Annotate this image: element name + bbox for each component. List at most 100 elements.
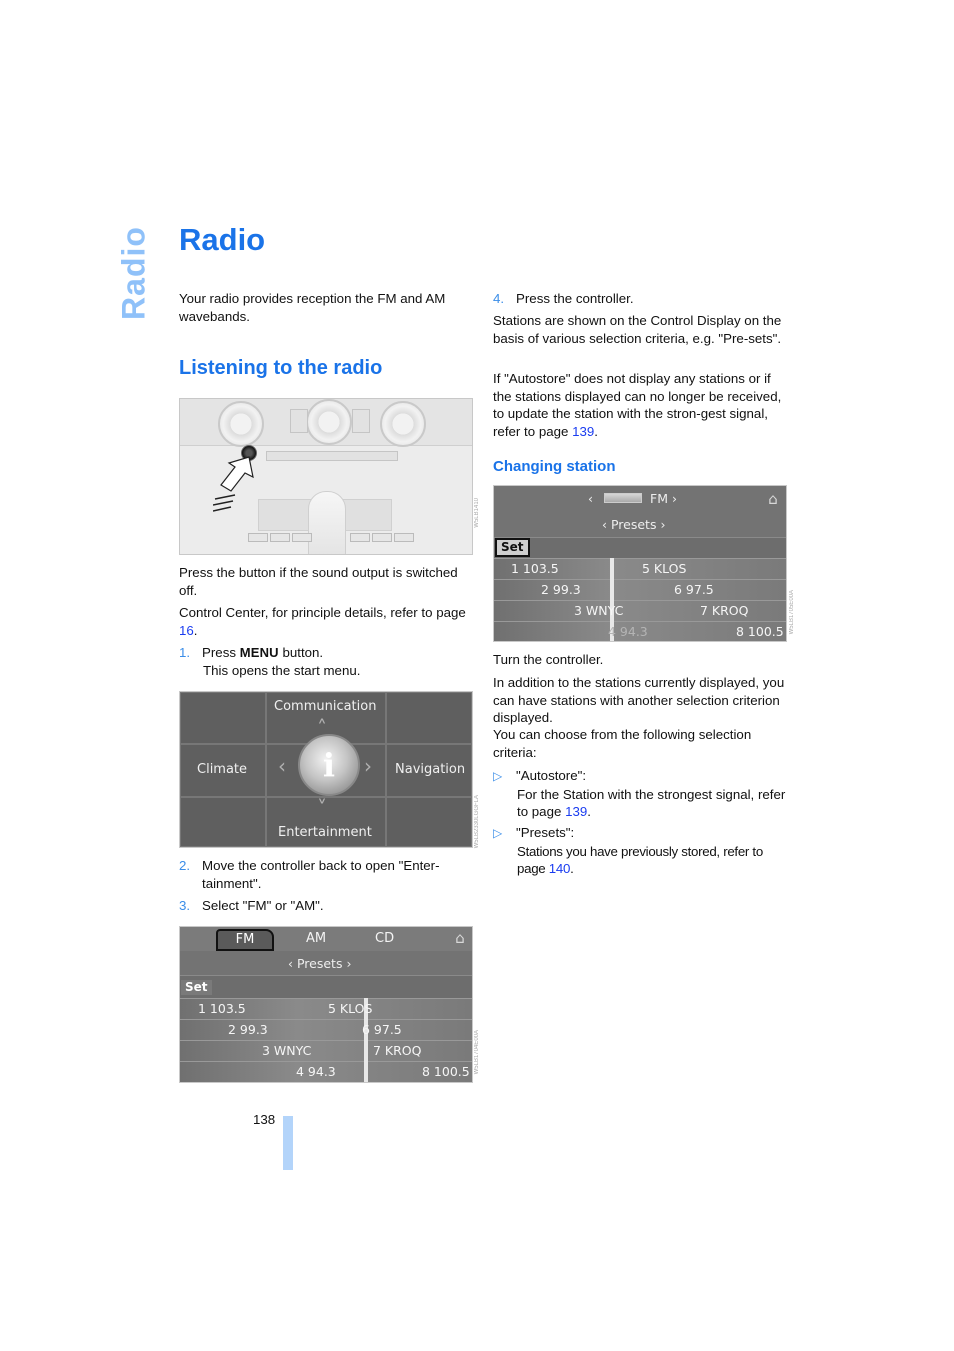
band-selector[interactable]: ‹	[588, 491, 593, 506]
selection-criterion[interactable]: ‹ Presets ›	[602, 517, 665, 532]
station-preset-6[interactable]: 6 97.5	[674, 582, 714, 597]
station-preset-7[interactable]: 7 KROQ	[700, 603, 749, 618]
set-button[interactable]: Set	[181, 980, 212, 995]
selection-criterion[interactable]: ‹ Presets ›	[288, 956, 351, 971]
right-dial	[380, 401, 426, 447]
station-preset-5[interactable]: 5 KLOS	[642, 561, 686, 576]
step-number: 2.	[179, 858, 191, 873]
page-link-140[interactable]: 140	[549, 861, 571, 876]
step-2: 2. Move the controller back to open "Ente…	[179, 858, 440, 891]
station-preset-6[interactable]: 6 97.5	[362, 1022, 402, 1037]
step-3: 3. Select "FM" or "AM".	[179, 898, 324, 913]
menu-label-entertainment: Entertainment	[278, 825, 372, 840]
page-title: Radio	[179, 222, 266, 257]
cd-slot	[266, 451, 398, 461]
figure-id: W5LB1704E00A	[474, 1030, 480, 1075]
step-4: 4. Press the controller.	[493, 291, 634, 306]
station-preset-2[interactable]: 2 99.3	[541, 582, 581, 597]
tab-am[interactable]: AM	[306, 931, 326, 946]
step-1-detail: This opens the start menu.	[203, 662, 361, 678]
frequency-strip-icon	[604, 493, 642, 503]
page-number: 138	[253, 1112, 276, 1127]
home-icon[interactable]: ⌂	[451, 929, 469, 947]
station-preset-1[interactable]: 1 103.5	[198, 1001, 246, 1016]
figure-id: W5LB1705E00A	[789, 590, 795, 635]
gear-selector	[308, 491, 346, 554]
station-row	[180, 1040, 472, 1061]
paragraph-stations: Stations are shown on the Control Displa…	[493, 313, 782, 346]
station-preset-3[interactable]: 3 WNYC	[574, 603, 623, 618]
console-button	[270, 533, 290, 542]
paragraph-autostore: If "Autostore" does not display any stat…	[493, 371, 782, 439]
figure-id: W5LB1410	[474, 498, 480, 528]
menu-cell-empty	[386, 797, 472, 847]
triangle-bullet-icon: ▷	[493, 769, 503, 783]
menu-cell-empty	[180, 797, 266, 847]
station-preset-4[interactable]: 4 94.3	[608, 624, 648, 639]
criteria-item-autostore: ▷ "Autostore": For the Station with the s…	[493, 767, 788, 821]
paragraph-control-center: Control Center, for principle details, r…	[179, 605, 466, 638]
chapter-side-tab: Radio	[112, 226, 156, 320]
left-dial	[218, 401, 264, 447]
console-button	[292, 533, 312, 542]
intro-paragraph: Your radio provides reception the FM and…	[179, 291, 446, 324]
chevron-right-icon: ›	[364, 754, 372, 778]
section-heading-listening: Listening to the radio	[179, 357, 383, 379]
page-link-139[interactable]: 139	[572, 424, 594, 439]
info-controller-icon: i	[298, 734, 360, 796]
page-link-139[interactable]: 139	[565, 804, 587, 819]
paragraph-turn: Turn the controller.	[493, 652, 604, 667]
step-1: 1. Press MENU button. This opens the star…	[179, 644, 471, 679]
console-illustration	[179, 398, 473, 555]
center-dial	[306, 399, 352, 445]
paragraph-choose: You can choose from the following select…	[493, 727, 752, 760]
menu-label-communication: Communication	[274, 699, 377, 714]
station-preset-5[interactable]: 5 KLOS	[328, 1001, 372, 1016]
tab-fm[interactable]: FM	[216, 929, 274, 951]
criteria-item-presets: ▷ "Presets": Stations you have previously…	[493, 824, 788, 878]
idrive-start-menu: Communication Climate Navigation Enterta…	[179, 691, 473, 848]
home-icon[interactable]: ⌂	[764, 490, 782, 508]
section-heading-changing: Changing station	[493, 458, 616, 475]
triangle-bullet-icon: ▷	[493, 826, 503, 840]
tab-cd[interactable]: CD	[375, 931, 394, 946]
page-marker-bar	[283, 1116, 293, 1170]
criteria-desc: Stations you have previously stored, ref…	[517, 843, 763, 877]
paragraph-press-button: Press the button if the sound output is …	[179, 565, 458, 598]
arrow-pointer-icon	[213, 456, 254, 512]
band-label[interactable]: FM ›	[650, 491, 677, 506]
page-link-16[interactable]: 16	[179, 623, 194, 638]
vent-slot	[290, 409, 308, 433]
chevron-left-icon: ‹	[278, 754, 286, 778]
step-number: 4.	[493, 291, 505, 306]
station-row	[494, 579, 786, 600]
vent-slot	[352, 409, 370, 433]
menu-key-label: MENU	[239, 645, 279, 660]
radio-band-screen: FM AM CD ⌂ ‹ Presets › Set 1 103.5 5 KLO…	[179, 926, 473, 1083]
set-button[interactable]: Set	[495, 538, 530, 557]
menu-cell-empty	[180, 692, 266, 744]
station-preset-7[interactable]: 7 KROQ	[373, 1043, 422, 1058]
station-preset-3[interactable]: 3 WNYC	[262, 1043, 311, 1058]
station-preset-4[interactable]: 4 94.3	[296, 1064, 336, 1079]
station-preset-8[interactable]: 8 100.5	[422, 1064, 470, 1079]
console-button	[248, 533, 268, 542]
station-preset-1[interactable]: 1 103.5	[511, 561, 559, 576]
chapter-side-tab-label: Radio	[115, 226, 152, 320]
menu-label-climate: Climate	[197, 762, 248, 777]
step-number: 3.	[179, 898, 191, 913]
figure-id: W5LB2330LGGFLA	[474, 795, 480, 849]
step-number: 1.	[179, 645, 191, 660]
menu-cell-empty	[386, 692, 472, 744]
chevron-down-icon: ˅	[317, 796, 327, 820]
station-preset-2[interactable]: 2 99.3	[228, 1022, 268, 1037]
console-button	[372, 533, 392, 542]
menu-label-navigation: Navigation	[395, 762, 466, 777]
console-button	[350, 533, 370, 542]
criteria-desc: For the Station with the strongest signa…	[517, 786, 786, 820]
station-row	[180, 1019, 472, 1040]
console-button	[394, 533, 414, 542]
changing-station-screen: ‹ FM › ⌂ ‹ Presets › Set 1 103.5 5 KLOS …	[493, 485, 787, 642]
station-preset-8[interactable]: 8 100.5	[736, 624, 784, 639]
paragraph-addition: In addition to the stations currently di…	[493, 675, 785, 725]
